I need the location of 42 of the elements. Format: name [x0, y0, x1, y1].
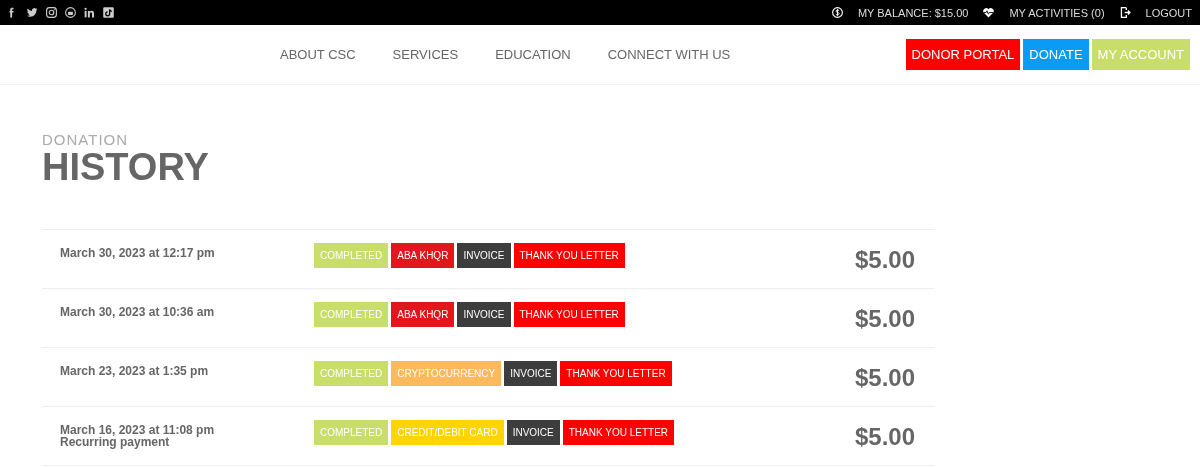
activities-link[interactable]: MY ACTIVITIES (0): [1009, 6, 1105, 19]
nav-button[interactable]: DONOR PORTAL: [905, 39, 1021, 70]
donation-amount: $5.00: [854, 364, 915, 392]
tiktok-icon[interactable]: [102, 6, 115, 19]
donation-amount: $5.00: [854, 305, 915, 333]
tag-label: ABA KHQR: [391, 302, 455, 327]
tag-label: THANK YOU LETTER: [560, 361, 672, 386]
donation-amount: $5.00: [854, 246, 915, 274]
donation-date: March 23, 2023 at 1:35 pm: [60, 365, 210, 377]
tag-label: COMPLETED: [314, 302, 389, 327]
linkedin-icon[interactable]: [83, 6, 96, 19]
twitter-icon[interactable]: [26, 6, 39, 19]
tag-label: INVOICE: [506, 420, 560, 445]
donation-date: March 16, 2023 at 11:08 pm: [60, 424, 216, 436]
tag-label: COMPLETED: [314, 420, 389, 445]
balance-link[interactable]: MY BALANCE: $15.00: [857, 6, 969, 19]
tag-label: INVOICE: [457, 302, 511, 327]
tag-label: CREDIT/DEBIT CARD: [391, 420, 504, 445]
tag-label: INVOICE: [504, 361, 558, 386]
nav-link[interactable]: CONNECT WITH US: [607, 47, 731, 62]
tag-label: CRYPTOCURRENCY: [391, 361, 502, 386]
donation-date: March 30, 2023 at 10:36 am: [60, 306, 216, 318]
tag-label: INVOICE: [457, 243, 511, 268]
tag-label: THANK YOU LETTER: [513, 302, 625, 327]
instagram-icon[interactable]: [45, 6, 58, 19]
nav-link[interactable]: EDUCATION: [495, 47, 571, 62]
page-kicker: DONATION: [42, 131, 130, 149]
donation-note: Recurring payment: [60, 436, 171, 448]
dollar-coin-icon[interactable]: [830, 6, 844, 19]
logout-link[interactable]: LOGOUT: [1145, 6, 1192, 19]
tag-label: THANK YOU LETTER: [562, 420, 675, 445]
heart-pulse-icon[interactable]: [982, 6, 996, 19]
tag-label: COMPLETED: [314, 243, 389, 268]
nav-link[interactable]: ABOUT CSC: [280, 47, 356, 62]
donation-date: March 30, 2023 at 12:17 pm: [60, 247, 216, 259]
tag-label: COMPLETED: [314, 361, 389, 386]
nav-link[interactable]: SERVICES: [392, 47, 459, 62]
tag-label: THANK YOU LETTER: [513, 243, 625, 268]
page-title: HISTORY: [42, 149, 210, 185]
donation-amount: $5.00: [854, 423, 915, 451]
tag-label: ABA KHQR: [391, 243, 455, 268]
logout-icon[interactable]: [1118, 6, 1132, 19]
